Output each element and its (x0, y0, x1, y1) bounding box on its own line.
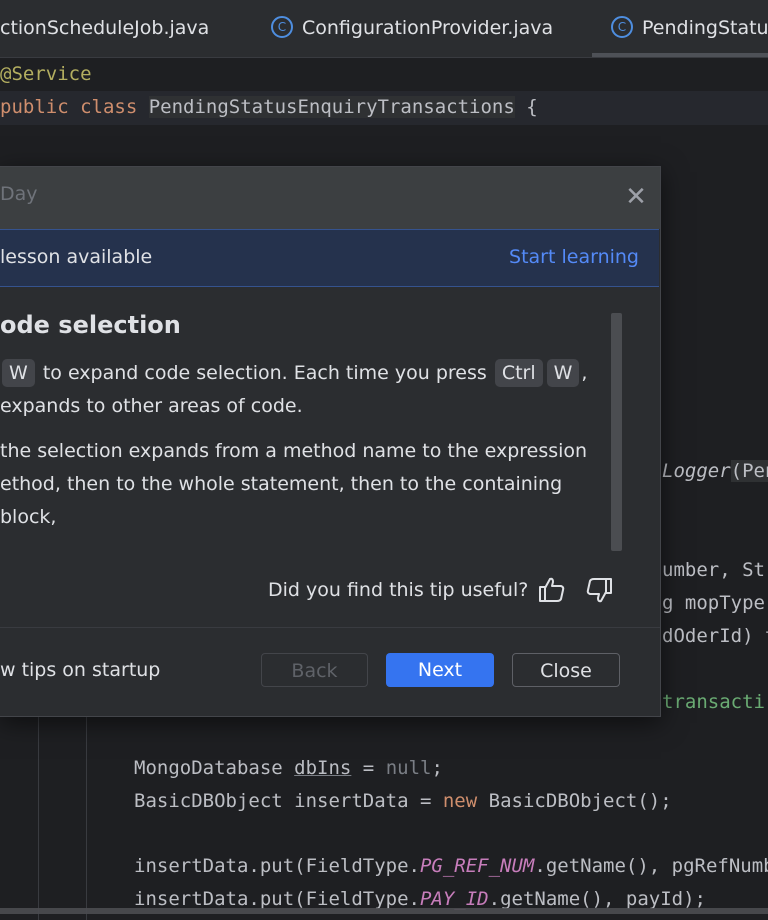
code-line: @Service (0, 63, 92, 85)
class-icon: C (611, 15, 633, 38)
indent-guide (86, 715, 87, 920)
indent-guide (38, 715, 39, 920)
active-tab-indicator (592, 53, 768, 57)
feedback-question: Did you find this tip useful? (268, 579, 529, 601)
tip-line: ethod, then to the whole statement, then… (0, 473, 563, 528)
start-learning-link[interactable]: Start learning (509, 246, 639, 268)
close-icon[interactable]: ✕ (620, 181, 652, 213)
tab-label: PendingStatus (642, 17, 768, 39)
key-w: W (2, 359, 35, 387)
tip-paragraph: W to expand code selection. Each time yo… (0, 357, 600, 390)
tab-configuration-provider[interactable]: C ConfigurationProvider.java (271, 0, 553, 57)
code-line: public class PendingStatusEnquiryTransac… (0, 96, 538, 118)
class-name: PendingStatusEnquiryTransactions (148, 96, 515, 118)
lesson-banner: lesson available Start learning (0, 229, 659, 287)
key-w: W (546, 359, 580, 387)
footer-divider (0, 627, 660, 628)
tip-line: the selection expands from a method name… (0, 440, 588, 462)
editor-tab-bar: ctionScheduleJob.java C ConfigurationProv… (0, 0, 768, 58)
code-line: insertData.put(FieldType.PAY_ID.getName(… (134, 888, 706, 910)
tip-body: W to expand code selection. Each time yo… (0, 357, 600, 534)
tab-pending-status[interactable]: C PendingStatus (611, 0, 768, 57)
tab-schedule-job[interactable]: ctionScheduleJob.java (0, 0, 209, 57)
code-line: MongoDatabase dbIns = null; (134, 757, 443, 779)
next-button[interactable]: Next (386, 653, 494, 687)
code-fragment: umber, Str (662, 559, 768, 581)
thumbs-down-icon[interactable] (583, 574, 615, 606)
code-line: BasicDBObject insertData = new BasicDBOb… (134, 790, 672, 812)
tip-title: ode selection (0, 311, 181, 339)
dialog-title: Day (0, 183, 38, 205)
code-fragment: Logger(Pen (662, 460, 768, 482)
code-line: insertData.put(FieldType.PG_REF_NUM.getN… (134, 855, 768, 877)
horizontal-scrollbar[interactable] (0, 908, 768, 914)
tip-line: expands to other areas of code. (0, 395, 303, 417)
tip-of-the-day-dialog: Day ✕ lesson available Start learning od… (0, 166, 661, 717)
thumbs-up-icon[interactable] (536, 574, 568, 606)
code-fragment: dOderId) t (662, 625, 768, 647)
show-tips-on-startup-label[interactable]: w tips on startup (0, 659, 160, 681)
close-button[interactable]: Close (512, 653, 620, 687)
code-fragment: g mopType (662, 592, 765, 614)
tab-label: ConfigurationProvider.java (302, 17, 554, 39)
dialog-header: Day ✕ (0, 167, 660, 229)
tip-scrollbar[interactable] (611, 313, 622, 551)
back-button[interactable]: Back (261, 653, 368, 687)
key-ctrl: Ctrl (494, 359, 543, 387)
class-icon: C (271, 15, 293, 38)
banner-text: lesson available (0, 246, 153, 268)
code-fragment: transacti (662, 691, 765, 713)
tab-label: ctionScheduleJob.java (0, 17, 210, 39)
